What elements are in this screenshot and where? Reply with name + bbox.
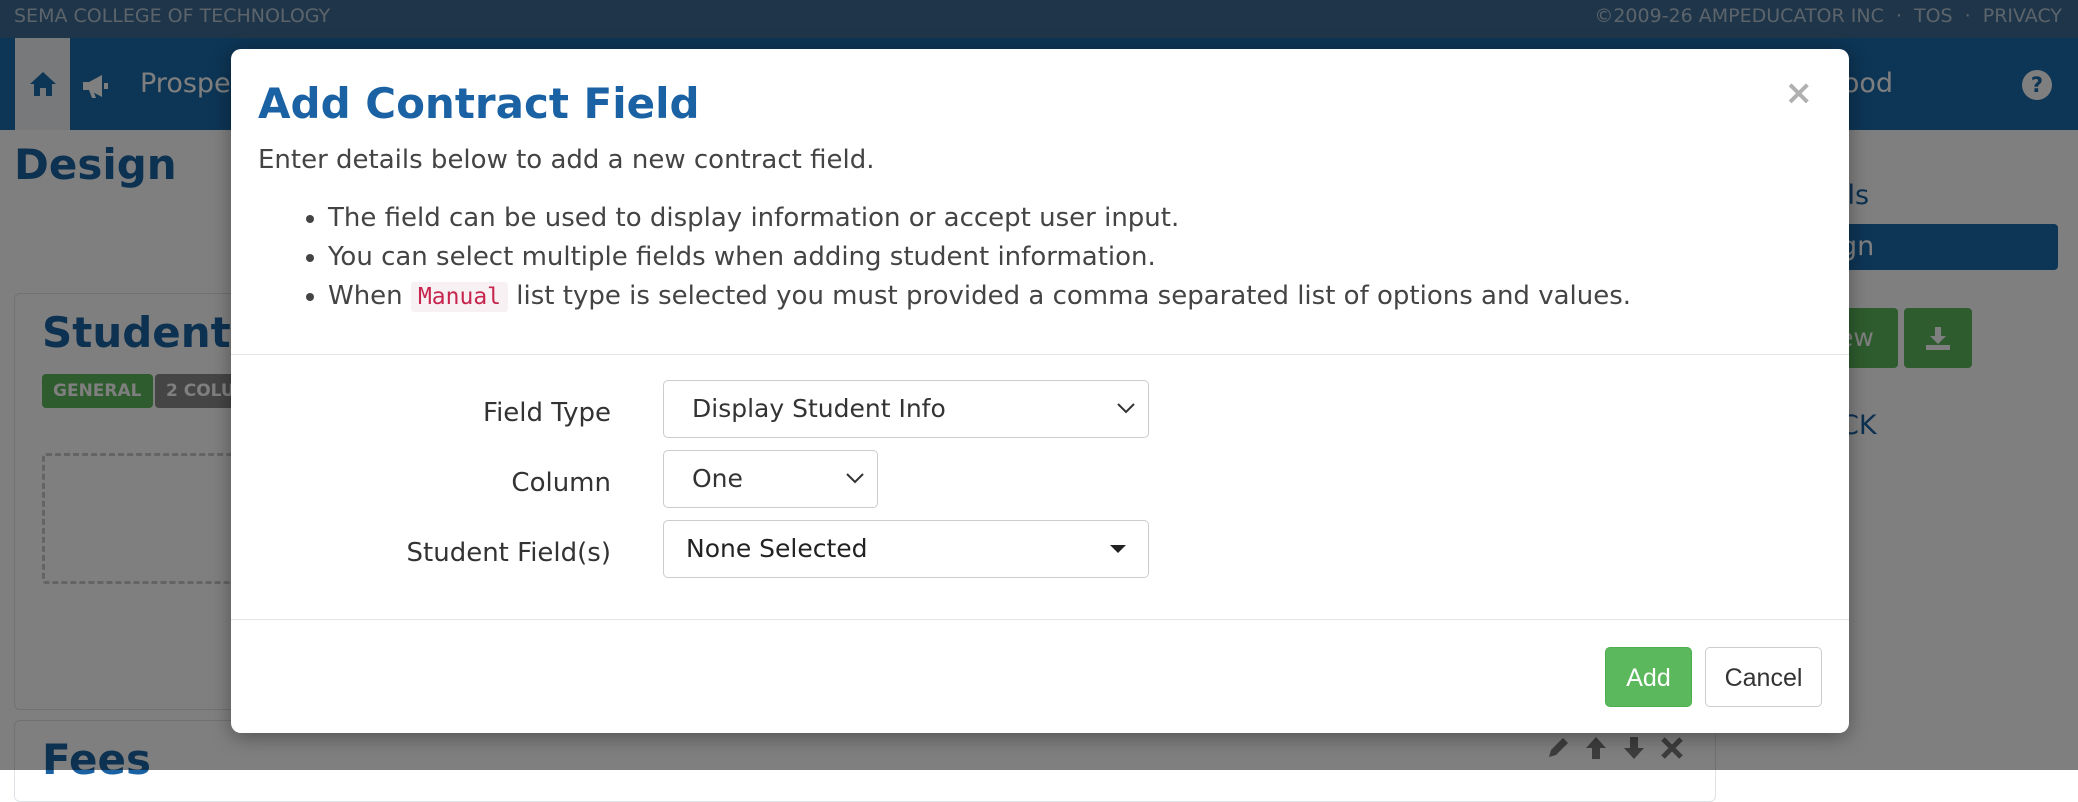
column-label: Column [511, 468, 611, 498]
modal-title: Add Contract Field [258, 79, 700, 128]
close-icon[interactable]: × [1785, 73, 1814, 113]
column-select[interactable]: One [663, 450, 878, 508]
instructions-list: The field can be used to display informa… [276, 199, 1631, 317]
modal-body: Field Type Display Student Info Column O… [231, 355, 1849, 619]
add-contract-field-modal: Add Contract Field × Enter details below… [231, 49, 1849, 733]
chevron-down-icon [1117, 403, 1135, 414]
list-item-text: When [328, 281, 403, 311]
modal-intro: Enter details below to add a new contrac… [258, 145, 875, 175]
field-type-value: Display Student Info [692, 394, 946, 423]
list-item-text: list type is selected you must provided … [516, 281, 1632, 311]
add-button[interactable]: Add [1605, 647, 1692, 707]
field-type-select[interactable]: Display Student Info [663, 380, 1149, 438]
student-fields-label: Student Field(s) [406, 538, 611, 568]
student-fields-value: None Selected [686, 534, 868, 563]
student-fields-multiselect[interactable]: None Selected [663, 520, 1149, 578]
chevron-down-icon [846, 473, 864, 484]
field-type-label: Field Type [483, 398, 611, 428]
cancel-button[interactable]: Cancel [1705, 647, 1822, 707]
list-item: You can select multiple fields when addi… [328, 238, 1631, 277]
caret-down-icon [1110, 545, 1126, 553]
modal-footer: Add Cancel [231, 619, 1849, 734]
list-item: The field can be used to display informa… [328, 199, 1631, 238]
list-item: When Manual list type is selected you mu… [328, 277, 1631, 317]
column-value: One [692, 464, 743, 493]
manual-code: Manual [410, 282, 509, 312]
modal-header: Add Contract Field × Enter details below… [231, 49, 1849, 355]
